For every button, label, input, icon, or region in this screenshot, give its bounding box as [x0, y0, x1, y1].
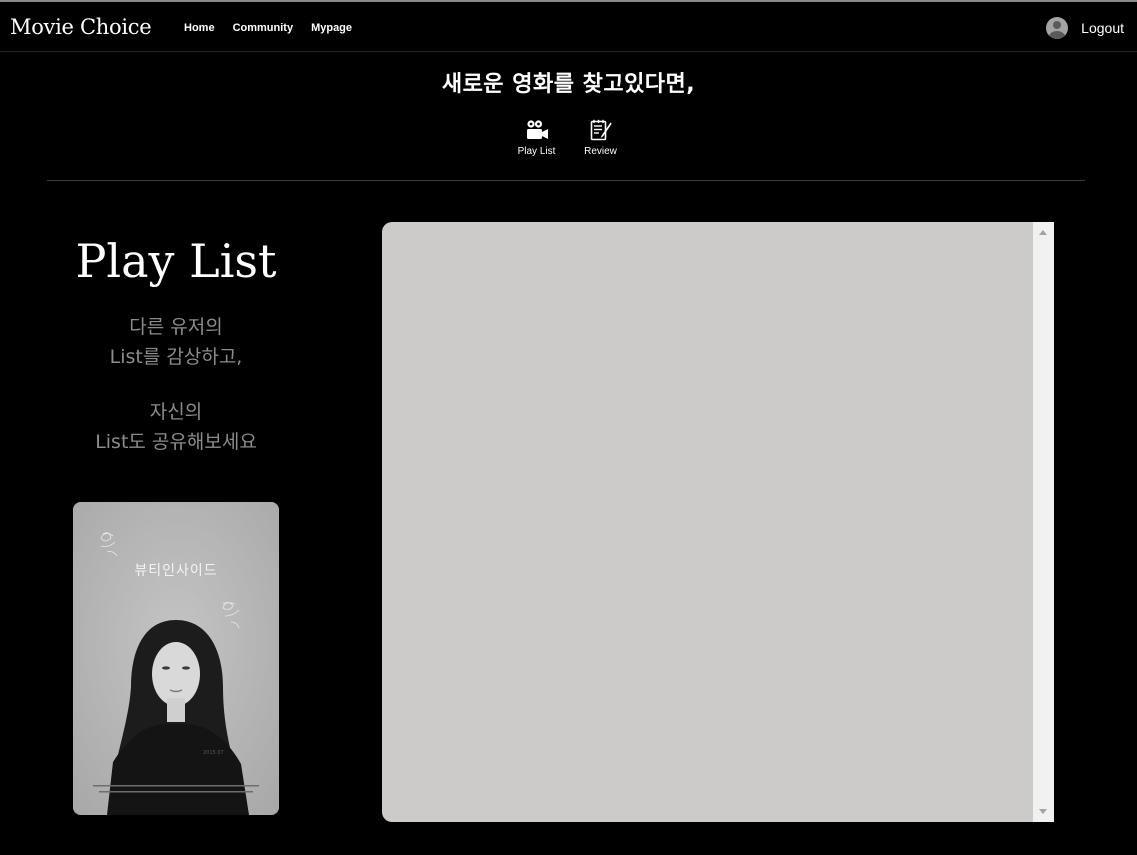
poster-artwork [73, 502, 279, 815]
nav-community[interactable]: Community [233, 22, 294, 34]
section-description-2: 자신의 List도 공유해보세요 [30, 397, 322, 457]
category-menu: Play List Review [0, 118, 1137, 157]
brand-logo[interactable]: Movie Choice [10, 15, 152, 39]
review-notepad-icon [590, 119, 612, 141]
scroll-down-icon[interactable] [1039, 809, 1047, 814]
logout-link[interactable]: Logout [1081, 20, 1124, 36]
section-title: Play List [75, 234, 277, 288]
top-navbar: Movie Choice Home Community Mypage Logou… [0, 2, 1137, 52]
nav-mypage[interactable]: Mypage [311, 22, 352, 34]
menu-play-list[interactable]: Play List [517, 118, 557, 157]
menu-play-list-label: Play List [517, 146, 556, 157]
movie-poster[interactable]: 뷰티인사이드 2015.07 [73, 502, 279, 815]
playlist-content-panel[interactable] [382, 222, 1054, 822]
section-divider [47, 180, 1085, 181]
main-nav: Home Community Mypage [184, 22, 352, 34]
scroll-up-icon[interactable] [1039, 230, 1047, 235]
user-area: Logout [1046, 17, 1124, 39]
menu-review-label: Review [584, 146, 617, 157]
movie-camera-icon [526, 120, 548, 139]
desc-line: List도 공유해보세요 [95, 431, 257, 453]
desc-line: 자신의 [149, 401, 203, 423]
app-window: Movie Choice Home Community Mypage Logou… [0, 0, 1137, 855]
user-avatar-icon[interactable] [1046, 17, 1069, 39]
nav-home[interactable]: Home [184, 22, 215, 34]
menu-review[interactable]: Review [581, 118, 621, 157]
hero-title: 새로운 영화를 찾고있다면, [441, 72, 696, 97]
desc-line: List를 감상하고, [109, 346, 243, 368]
poster-date: 2015.07 [203, 750, 224, 756]
poster-title: 뷰티인사이드 [134, 563, 218, 579]
vertical-scrollbar[interactable] [1033, 222, 1054, 822]
desc-line: 다른 유저의 [129, 316, 223, 338]
section-description-1: 다른 유저의 List를 감상하고, [30, 312, 322, 372]
